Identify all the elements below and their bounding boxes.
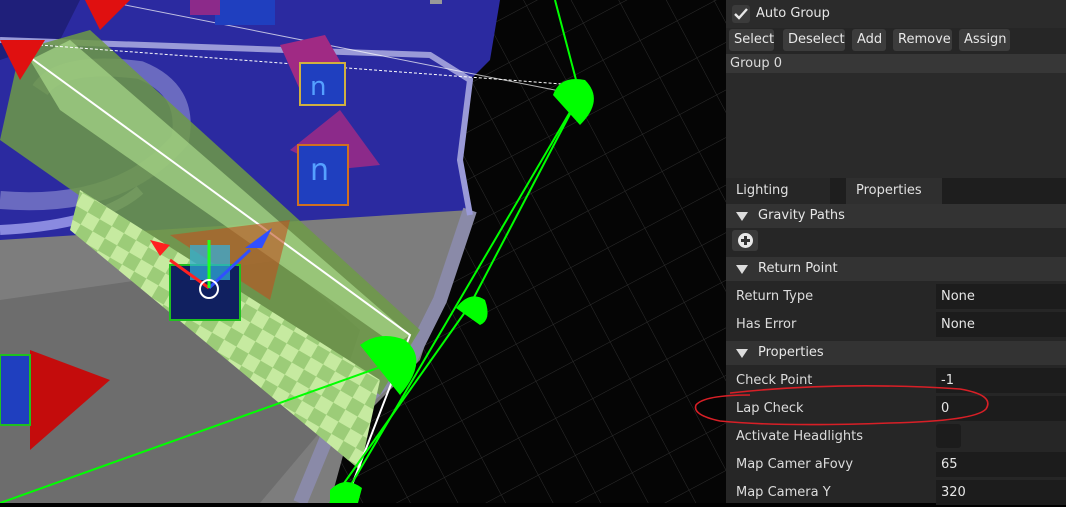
editor-tabs: Lighting Editor Properties: [726, 178, 1066, 224]
select-button[interactable]: Select: [729, 29, 774, 51]
group-button-bar: Select Deselect Add Remove Assign: [726, 29, 1066, 51]
check-icon: [734, 8, 748, 20]
auto-group-checkbox[interactable]: [732, 5, 750, 23]
list-item[interactable]: Group 0: [726, 54, 1066, 73]
group-list: Group 0: [726, 54, 1066, 178]
return-type-dropdown[interactable]: None: [936, 284, 1066, 309]
map-camera-y-field[interactable]: 320: [936, 480, 1066, 505]
property-value: None: [941, 317, 975, 332]
annotation-circle: [694, 385, 989, 426]
gravity-paths-section-header[interactable]: Gravity Paths: [726, 204, 1066, 228]
property-label: Return Type: [736, 289, 814, 304]
collapse-arrow-icon: [736, 265, 748, 274]
section-title: Properties: [758, 345, 824, 360]
plus-circle-icon: [738, 233, 753, 248]
auto-group-row: Auto Group: [726, 0, 1066, 28]
properties-section-header[interactable]: Properties: [726, 341, 1066, 365]
property-value: 65: [941, 457, 958, 472]
property-value: None: [941, 289, 975, 304]
collapse-arrow-icon: [736, 212, 748, 221]
add-gravity-path-button[interactable]: [732, 230, 758, 251]
deselect-button[interactable]: Deselect: [783, 29, 845, 51]
return-point-section-header[interactable]: Return Point: [726, 257, 1066, 281]
section-title: Gravity Paths: [758, 208, 845, 223]
property-value: 320: [941, 485, 966, 500]
property-label: Map Camera Y: [736, 485, 831, 500]
auto-group-label: Auto Group: [756, 6, 830, 21]
add-button[interactable]: Add: [852, 29, 886, 51]
property-label: Has Error: [736, 317, 797, 332]
tab-properties[interactable]: Properties: [846, 178, 942, 204]
property-label: Map Camer aFovy: [736, 457, 854, 472]
3d-viewport[interactable]: n n: [0, 0, 726, 503]
property-row-map-camera-fovy: Map Camer aFovy 65: [726, 451, 1066, 479]
assign-button[interactable]: Assign: [959, 29, 1010, 51]
tab-lighting-editor[interactable]: Lighting Editor: [726, 178, 830, 224]
collapse-arrow-icon: [736, 349, 748, 358]
svg-text:n: n: [310, 72, 326, 102]
property-row-has-error: Has Error None: [726, 311, 1066, 339]
property-row-return-type: Return Type None: [726, 283, 1066, 311]
scene-render: n n: [0, 0, 726, 503]
remove-button[interactable]: Remove: [893, 29, 952, 51]
map-camera-fovy-field[interactable]: 65: [936, 452, 1066, 477]
has-error-dropdown[interactable]: None: [936, 312, 1066, 337]
property-label: Activate Headlights: [736, 429, 863, 444]
group-name: Group 0: [730, 56, 782, 71]
svg-text:n: n: [310, 153, 329, 188]
section-title: Return Point: [758, 261, 838, 276]
